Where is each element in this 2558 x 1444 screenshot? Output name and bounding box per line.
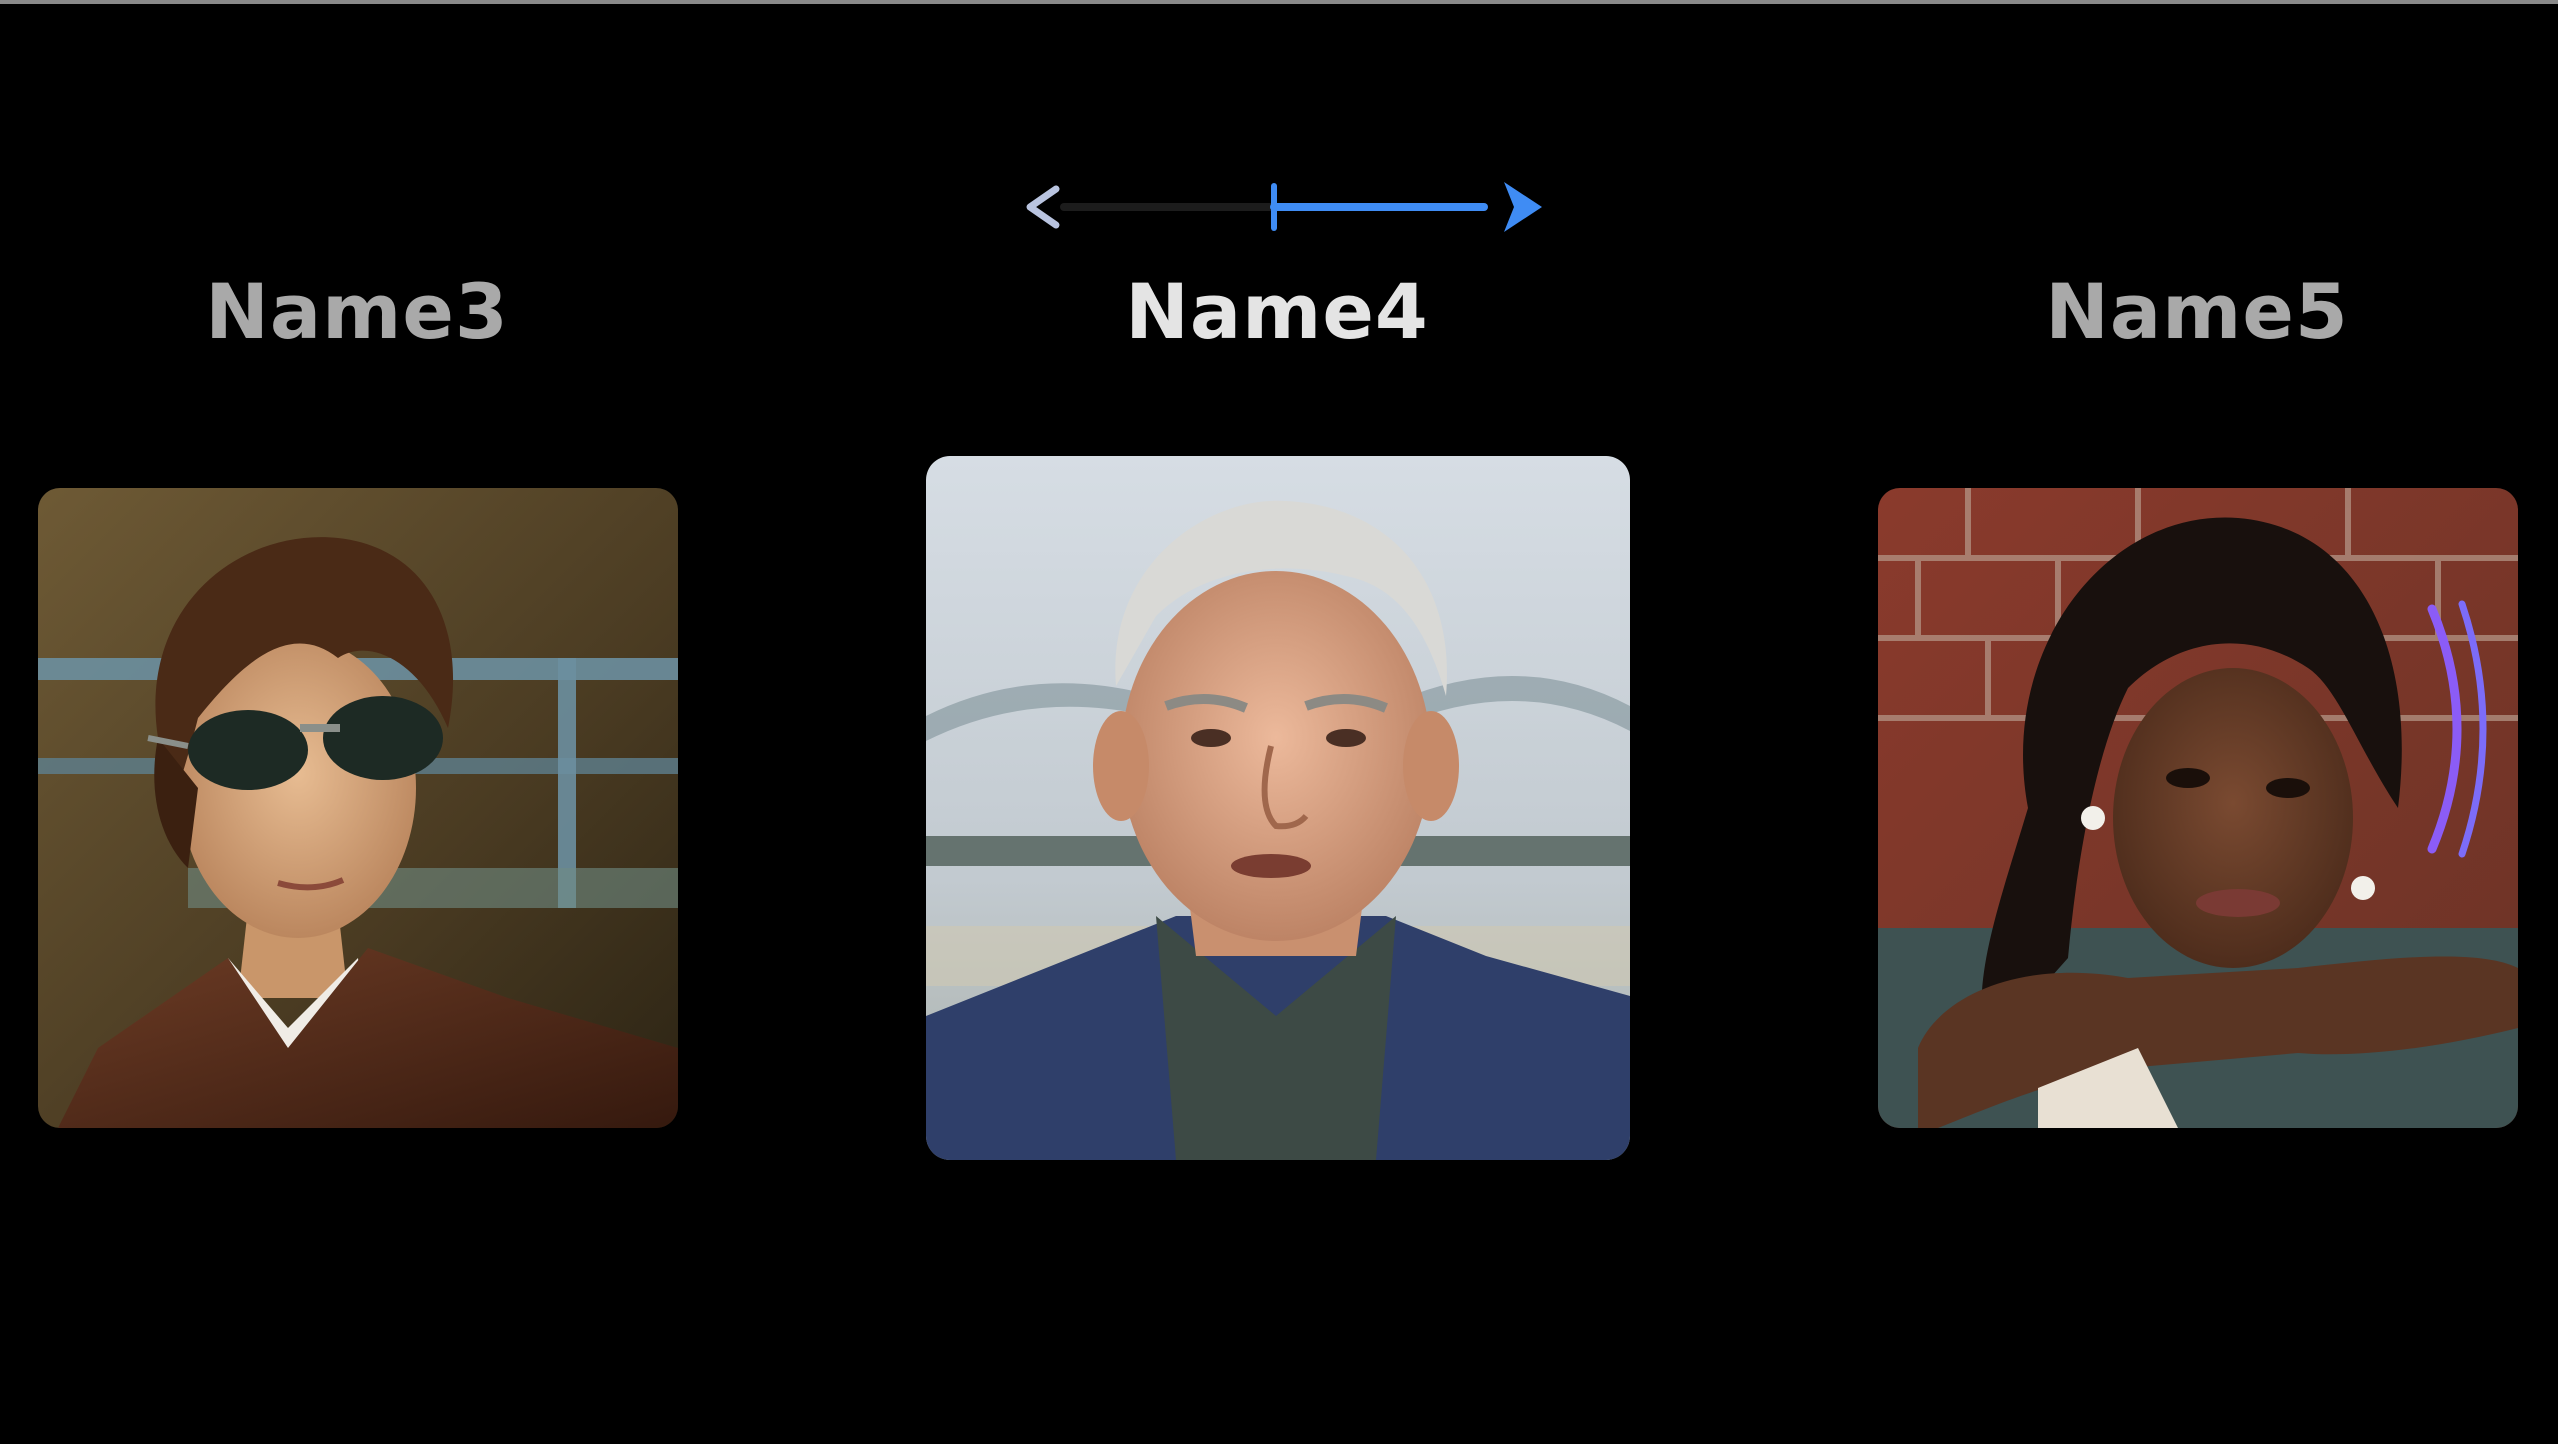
portrait-man-sunglasses — [38, 488, 678, 1128]
profile-name-right[interactable]: Name5 — [1947, 266, 2447, 358]
profile-carousel: Name3 Name4 Name5 — [0, 0, 2558, 1444]
profile-card-left[interactable] — [38, 488, 678, 1128]
chevron-right-icon[interactable] — [1504, 182, 1542, 232]
profile-name-selected[interactable]: Name4 — [1027, 266, 1527, 358]
audio-waves-icon — [2412, 594, 2502, 864]
profile-name-left[interactable]: Name3 — [107, 266, 607, 358]
scrubber-graphic — [1026, 182, 1542, 232]
chevron-left-icon[interactable] — [1026, 185, 1060, 229]
carousel-scrubber[interactable] — [1010, 172, 1550, 242]
portrait-elderly-man — [926, 456, 1630, 1160]
profile-card-selected[interactable] — [926, 456, 1630, 1160]
